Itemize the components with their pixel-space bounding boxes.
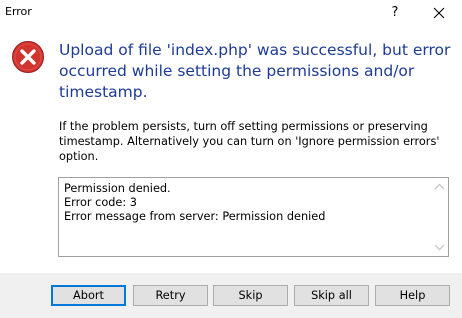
main-instruction: Upload of file 'index.php' was successfu… xyxy=(59,41,451,101)
skip-all-button[interactable]: Skip all xyxy=(294,285,369,306)
help-button[interactable]: Help xyxy=(375,285,450,306)
vertical-scrollbar[interactable] xyxy=(431,178,448,256)
scroll-up-arrow-icon[interactable] xyxy=(434,182,445,191)
window-title: Error xyxy=(5,5,32,18)
error-details-line: Error message from server: Permission de… xyxy=(64,210,326,223)
button-bar: Abort Retry Skip Skip all Help xyxy=(0,273,462,318)
retry-button[interactable]: Retry xyxy=(133,285,208,306)
skip-button[interactable]: Skip xyxy=(213,285,288,306)
close-icon xyxy=(433,7,445,19)
error-details-box[interactable]: Permission denied. Error code: 3 Error m… xyxy=(58,177,449,257)
content-text: If the problem persists, turn off settin… xyxy=(59,120,440,163)
error-details-line: Error code: 3 xyxy=(64,196,137,209)
close-button[interactable] xyxy=(428,3,450,23)
help-title-button[interactable]: ? xyxy=(384,3,406,23)
error-details-text: Permission denied. Error code: 3 Error m… xyxy=(64,182,325,224)
error-details-line: Permission denied. xyxy=(64,182,171,195)
abort-button[interactable]: Abort xyxy=(51,285,126,306)
title-bar: Error ? xyxy=(0,0,462,26)
error-dialog: Error ? Upload of file 'index.php' was s… xyxy=(0,0,462,318)
error-icon xyxy=(11,40,45,74)
scroll-down-arrow-icon[interactable] xyxy=(434,243,445,252)
